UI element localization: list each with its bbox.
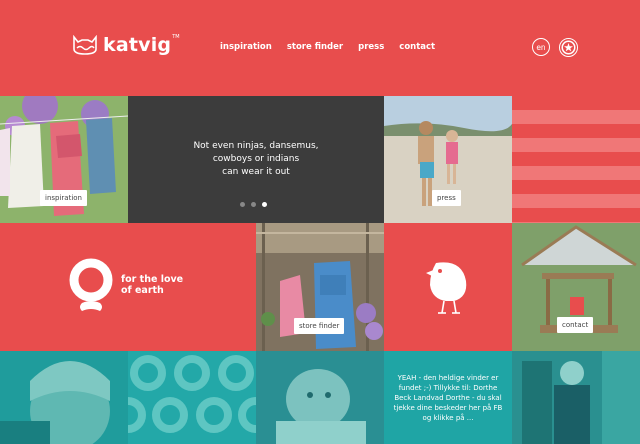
tile-contact[interactable]: contact bbox=[512, 223, 640, 351]
press-button[interactable]: press bbox=[432, 190, 461, 206]
tile-teal-kids bbox=[512, 351, 640, 444]
tile-earth-logo bbox=[0, 223, 128, 351]
tile-facebook-post[interactable]: YEAH - den heldige vinder er fundet ;-) … bbox=[384, 351, 512, 444]
tile-store-finder[interactable]: store finder bbox=[256, 223, 384, 351]
slider-dots bbox=[240, 202, 267, 207]
slider-dot-1[interactable] bbox=[240, 202, 245, 207]
logo[interactable]: katvig TM bbox=[72, 34, 180, 56]
inspiration-button[interactable]: inspiration bbox=[40, 190, 87, 206]
slider-line-3: can wear it out bbox=[222, 167, 290, 177]
tile-teal-pattern bbox=[128, 351, 256, 444]
love-earth-text: for the love of earth bbox=[121, 274, 183, 296]
star-badge-button[interactable] bbox=[559, 38, 578, 57]
love-line-2: of earth bbox=[121, 285, 164, 296]
nav-press[interactable]: press bbox=[358, 42, 384, 52]
tile-bird bbox=[384, 223, 512, 351]
slider-line-2: cowboys or indians bbox=[212, 154, 300, 164]
baby-photo bbox=[256, 351, 384, 444]
cat-logo-icon bbox=[73, 35, 97, 55]
site-header: katvig TM inspiration store finder press… bbox=[0, 0, 640, 96]
tile-press[interactable]: press bbox=[384, 96, 512, 223]
child-photo bbox=[0, 351, 128, 444]
bird-icon bbox=[426, 262, 467, 314]
pattern bbox=[128, 351, 256, 444]
logo-text: katvig bbox=[103, 34, 172, 56]
tile-teal-baby bbox=[256, 351, 384, 444]
nav-inspiration[interactable]: inspiration bbox=[220, 42, 272, 52]
contact-button[interactable]: contact bbox=[557, 317, 594, 333]
earth-ring-icon bbox=[69, 258, 113, 311]
love-line-1: for the love bbox=[121, 274, 184, 285]
nav-store-finder[interactable]: store finder bbox=[287, 42, 343, 52]
tile-teal-child bbox=[0, 351, 128, 444]
tile-inspiration[interactable]: inspiration bbox=[0, 96, 128, 223]
logo-trademark: TM bbox=[172, 34, 180, 40]
main-nav: inspiration store finder press contact bbox=[220, 42, 435, 52]
nav-contact[interactable]: contact bbox=[399, 42, 435, 52]
kids-photo bbox=[512, 351, 640, 444]
tile-stripes bbox=[512, 96, 640, 223]
slider-dot-3[interactable] bbox=[262, 202, 267, 207]
slider-line-1: Not even ninjas, dansemus, bbox=[193, 141, 319, 151]
facebook-post-text[interactable]: YEAH - den heldige vinder er fundet ;-) … bbox=[392, 373, 504, 423]
star-badge-icon bbox=[561, 40, 576, 55]
slider-dot-2[interactable] bbox=[251, 202, 256, 207]
tile-slider: Not even ninjas, dansemus, cowboys or in… bbox=[128, 96, 384, 223]
slider-text: Not even ninjas, dansemus, cowboys or in… bbox=[128, 140, 384, 179]
store-finder-button[interactable]: store finder bbox=[294, 318, 345, 334]
language-button[interactable]: en bbox=[532, 38, 550, 56]
